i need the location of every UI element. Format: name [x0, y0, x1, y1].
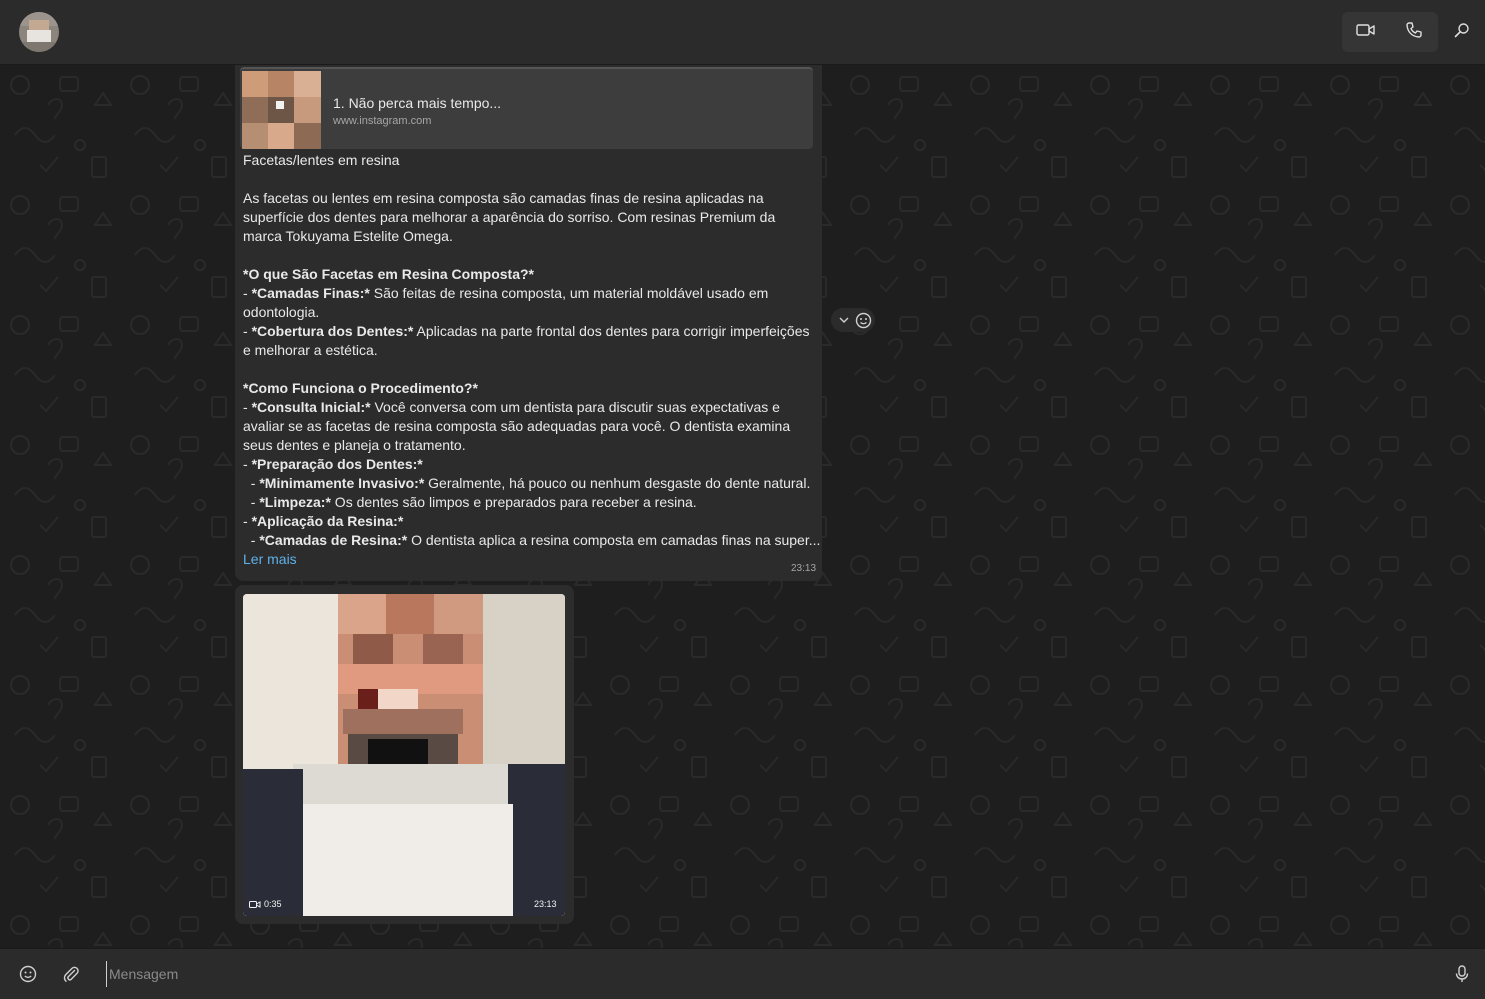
message-line-segment: São feitas de resina composta, um materi…	[369, 285, 769, 301]
message-line: - *Camadas Finas:* São feitas de resina …	[243, 284, 813, 303]
message-line: - *Consulta Inicial:* Você conversa com …	[243, 398, 813, 417]
search-icon	[1454, 22, 1470, 43]
message-line: - *Preparação dos Dentes:*	[243, 455, 813, 474]
contact-name[interactable]	[82, 22, 192, 38]
video-duration-label: 0:35	[264, 899, 282, 909]
react-button[interactable]	[854, 311, 872, 329]
video-timestamp: 23:13	[534, 899, 557, 909]
paperclip-icon	[63, 966, 79, 982]
read-more-link[interactable]: Ler mais	[243, 551, 297, 567]
video-duration: 0:35	[249, 899, 282, 909]
message-line-segment: *Preparação dos Dentes:*	[251, 456, 423, 472]
link-preview-title: 1. Não perca mais tempo...	[333, 95, 502, 111]
message-line-segment: Os dentes são limpos e preparados para r…	[330, 494, 697, 510]
message-line-segment: Você conversa com um dentista para discu…	[370, 399, 780, 415]
microphone-icon	[1455, 965, 1469, 982]
message-line-segment: -	[243, 513, 252, 529]
message-line: seus dentes e planeja o tratamento.	[243, 436, 813, 455]
message-line-segment: *Aplicação da Resina:*	[251, 513, 404, 529]
message-line	[243, 246, 813, 265]
message-line: Facetas/lentes em resina	[243, 151, 813, 170]
message-line: avaliar se as facetas de resina composta…	[243, 417, 813, 436]
message-line: - *Limpeza:* Os dentes são limpos e prep…	[243, 493, 813, 512]
message-line-segment: -	[243, 494, 260, 510]
message-line: - *Cobertura dos Dentes:* Aplicadas na p…	[243, 322, 813, 341]
voice-message-button[interactable]	[1449, 961, 1475, 987]
message-line-segment: -	[243, 323, 252, 339]
message-line: superfície dos dentes para melhorar a ap…	[243, 208, 813, 227]
message-line-segment: avaliar se as facetas de resina composta…	[243, 418, 791, 434]
message-actions	[831, 308, 875, 332]
call-buttons-group	[1342, 12, 1438, 52]
message-text: Facetas/lentes em resina As facetas ou le…	[243, 151, 821, 550]
message-line-segment: O dentista aplica a resina composta em c…	[407, 532, 821, 548]
video-camera-icon	[249, 900, 261, 908]
message-line: - *Camadas de Resina:* O dentista aplica…	[243, 531, 821, 550]
message-line-segment: e melhorar a estética.	[243, 342, 378, 358]
attach-button[interactable]	[58, 961, 84, 987]
phone-icon	[1405, 21, 1423, 44]
message-line-segment: odontologia.	[243, 304, 320, 320]
message-line-segment: *Camadas de Resina:*	[259, 532, 408, 548]
message-line: - *Minimamente Invasivo:* Geralmente, há…	[243, 474, 813, 493]
message-menu-button[interactable]	[837, 311, 851, 329]
message-line-segment: *Consulta Inicial:*	[251, 399, 371, 415]
chevron-down-icon	[839, 317, 849, 323]
message-line-segment: marca Tokuyama Estelite Omega.	[243, 228, 453, 244]
message-line: As facetas ou lentes em resina composta …	[243, 189, 813, 208]
video-camera-icon	[1356, 22, 1376, 43]
message-input[interactable]	[106, 961, 1441, 987]
message-line	[243, 170, 813, 189]
message-line-segment: -	[243, 285, 252, 301]
message-line: *O que São Facetas em Resina Composta?*	[243, 265, 813, 284]
emoji-button[interactable]	[15, 961, 41, 987]
message-line-segment: *Como Funciona o Procedimento?*	[243, 380, 478, 396]
smiley-icon	[855, 312, 871, 328]
message-line-segment: *Minimamente Invasivo:*	[259, 475, 425, 491]
chat-area[interactable]: 1. Não perca mais tempo... www.instagram…	[0, 65, 1485, 948]
message-line-segment: As facetas ou lentes em resina composta …	[243, 190, 764, 206]
message-line-segment: superfície dos dentes para melhorar a ap…	[243, 209, 776, 225]
message-line-segment: *Cobertura dos Dentes:*	[251, 323, 414, 339]
contact-avatar[interactable]	[19, 12, 59, 52]
link-preview-card[interactable]: 1. Não perca mais tempo... www.instagram…	[240, 67, 813, 149]
link-preview-url: www.instagram.com	[333, 115, 432, 127]
message-line-segment: *O que São Facetas em Resina Composta?*	[243, 266, 534, 282]
message-line: odontologia.	[243, 303, 813, 322]
search-button[interactable]	[1448, 12, 1476, 52]
message-line: - *Aplicação da Resina:*	[243, 512, 813, 531]
video-thumbnail[interactable]	[243, 594, 565, 916]
message-line-segment: -	[243, 399, 252, 415]
smiley-icon	[19, 965, 37, 983]
message-line-segment: Aplicadas na parte frontal dos dentes pa…	[413, 323, 810, 339]
message-line-segment: seus dentes e planeja o tratamento.	[243, 437, 466, 453]
message-line-segment: -	[243, 456, 252, 472]
message-line	[243, 360, 813, 379]
message-line-segment: Facetas/lentes em resina	[243, 152, 400, 168]
message-line-segment: Geralmente, há pouco ou nenhum desgaste …	[424, 475, 811, 491]
message-line-segment: *Camadas Finas:*	[251, 285, 370, 301]
message-line: *Como Funciona o Procedimento?*	[243, 379, 813, 398]
message-timestamp: 23:13	[791, 563, 817, 574]
message-line-segment: -	[243, 532, 260, 548]
video-call-button[interactable]	[1342, 12, 1390, 52]
message-composer	[0, 948, 1485, 999]
message-line: marca Tokuyama Estelite Omega.	[243, 227, 813, 246]
message-line-segment: *Limpeza:*	[259, 494, 331, 510]
link-preview-thumbnail	[242, 71, 321, 149]
chat-header	[0, 0, 1485, 65]
message-line-segment: -	[243, 475, 260, 491]
voice-call-button[interactable]	[1390, 12, 1438, 52]
message-line: e melhorar a estética.	[243, 341, 813, 360]
